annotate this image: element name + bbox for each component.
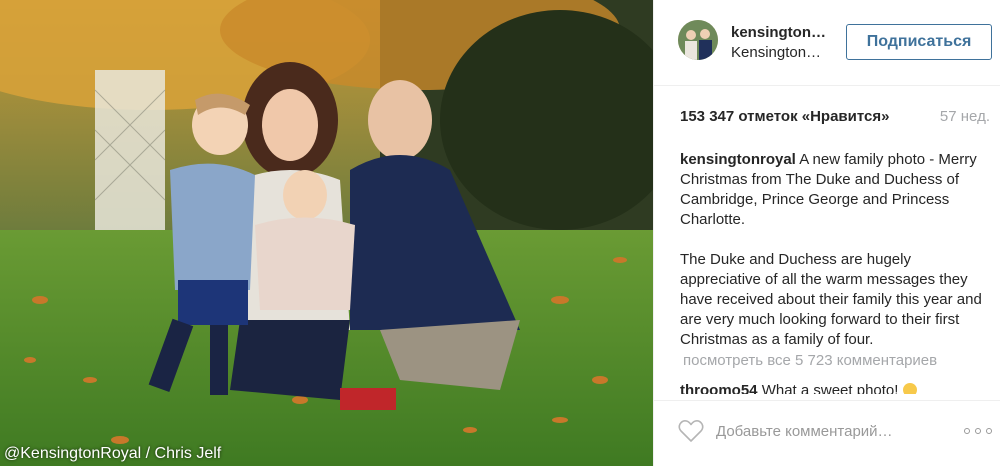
caption-username[interactable]: kensingtonroyal [680,151,796,168]
family-photo-image [0,0,653,466]
caption-text-continued: The Duke and Duchess are hugely apprecia… [680,251,982,348]
comment-item: throomo54 What a sweet photo! [680,381,985,394]
comment-username[interactable]: throomo54 [680,382,758,394]
smile-emoji-icon [902,383,917,394]
post-header: kensington… Kensington… Подписаться [654,0,1000,86]
photo-credit: @KensingtonRoyal / Chris Jelf [4,445,222,462]
comment-text: What a sweet photo! [761,382,899,394]
post-time[interactable]: 57 нед. [940,108,990,125]
comment-input[interactable] [716,417,956,445]
heart-icon[interactable] [678,419,704,443]
post-location[interactable]: Kensington… [731,44,821,61]
post-photo[interactable]: @KensingtonRoyal / Chris Jelf [0,0,653,466]
post-actions-bar [654,400,1000,466]
dot [986,428,992,434]
post-caption: kensingtonroyal A new family photo - Mer… [680,150,985,350]
post-username[interactable]: kensington… [731,24,826,41]
post-details-panel: kensington… Kensington… Подписаться 153 … [653,0,1000,466]
avatar[interactable] [678,20,718,60]
follow-button[interactable]: Подписаться [846,24,992,60]
more-options-icon[interactable] [964,422,992,440]
avatar-image [678,20,718,60]
likes-count[interactable]: 153 347 отметок «Нравится» [680,108,889,125]
view-all-comments-link[interactable]: посмотреть все 5 723 комментариев [683,352,937,369]
post-stats: 153 347 отметок «Нравится» 57 нед. [680,108,992,130]
dot [964,428,970,434]
dot [975,428,981,434]
